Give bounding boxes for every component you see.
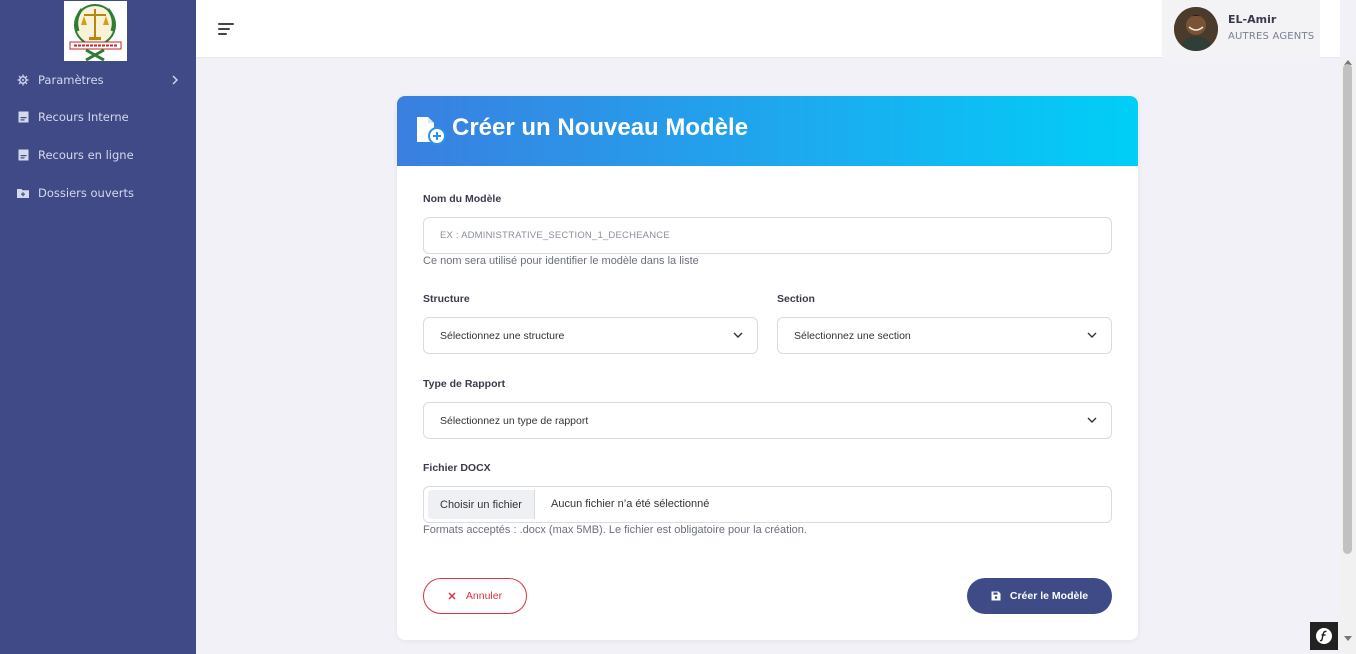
chevron-down-icon (1087, 330, 1097, 342)
card-header: Créer un Nouveau Modèle (397, 96, 1138, 166)
page-title: Créer un Nouveau Modèle (452, 114, 749, 141)
sidebar: Paramètres Recours Interne Recours en li… (0, 0, 196, 654)
sidebar-item-recours-interne[interactable]: Recours Interne (0, 102, 196, 132)
document-icon (16, 110, 30, 124)
structure-select[interactable]: Sélectionnez une structure (423, 317, 758, 354)
chevron-down-icon (1087, 415, 1097, 427)
sidebar-item-label: Recours en ligne (38, 148, 134, 162)
model-name-input[interactable]: EX : ADMINISTRATIVE_SECTION_1_DECHEANCE (423, 217, 1112, 254)
model-name-label: Nom du Modèle (423, 193, 502, 205)
symfony-toolbar-icon[interactable] (1310, 622, 1338, 650)
avatar (1174, 7, 1218, 51)
report-type-select-value: Sélectionnez un type de rapport (440, 414, 589, 427)
section-label: Section (777, 293, 815, 305)
file-add-icon (415, 116, 447, 146)
close-icon (448, 592, 456, 600)
user-name: EL-Amir (1228, 13, 1277, 26)
section-select-value: Sélectionnez une section (794, 329, 911, 342)
gear-icon (16, 73, 30, 87)
file-status: Aucun fichier n’a été sélectionné (551, 498, 710, 510)
scrollbar-thumb[interactable] (1343, 64, 1352, 554)
create-model-button[interactable]: Créer le Modèle (967, 578, 1112, 614)
create-model-card: Créer un Nouveau Modèle Nom du Modèle EX… (397, 96, 1138, 640)
menu-toggle-icon[interactable] (218, 21, 236, 35)
sidebar-item-label: Recours Interne (38, 110, 129, 124)
save-icon (991, 591, 1001, 601)
file-input[interactable]: Choisir un fichier Aucun fichier n’a été… (423, 486, 1112, 523)
model-name-help: Ce nom sera utilisé pour identifier le m… (423, 255, 699, 267)
document-icon (16, 148, 30, 162)
scroll-down-icon[interactable] (1344, 636, 1352, 641)
cancel-button-label: Annuler (465, 590, 503, 602)
file-help: Formats acceptés : .docx (max 5MB). Le f… (423, 524, 807, 536)
page-scrollbar[interactable] (1340, 58, 1356, 654)
choose-file-button[interactable]: Choisir un fichier (428, 490, 535, 519)
logo[interactable] (64, 1, 127, 61)
sidebar-item-recours-en-ligne[interactable]: Recours en ligne (0, 140, 196, 170)
folder-plus-icon (16, 186, 30, 200)
sidebar-item-dossiers-ouverts[interactable]: Dossiers ouverts (0, 178, 196, 208)
report-type-select[interactable]: Sélectionnez un type de rapport (423, 402, 1112, 439)
chevron-down-icon (733, 330, 743, 342)
file-label: Fichier DOCX (423, 462, 491, 474)
top-header: EL-Amir AUTRES AGENTS (196, 0, 1340, 58)
sidebar-item-parametres[interactable]: Paramètres (0, 65, 196, 95)
structure-label: Structure (423, 293, 470, 305)
chevron-right-icon (172, 74, 178, 88)
user-role: AUTRES AGENTS (1228, 31, 1315, 42)
sidebar-item-label: Dossiers ouverts (38, 186, 134, 200)
user-menu[interactable]: EL-Amir AUTRES AGENTS (1162, 0, 1320, 58)
cancel-button[interactable]: Annuler (423, 578, 527, 614)
section-select[interactable]: Sélectionnez une section (777, 317, 1112, 354)
report-type-label: Type de Rapport (423, 378, 506, 390)
create-model-button-label: Créer le Modèle (1009, 590, 1089, 602)
structure-select-value: Sélectionnez une structure (440, 329, 565, 342)
sidebar-item-label: Paramètres (38, 73, 104, 87)
